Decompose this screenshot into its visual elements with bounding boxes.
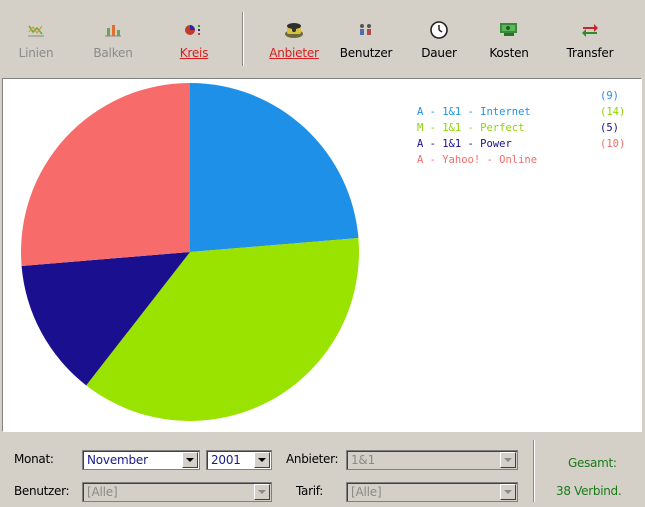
jahr-value: 2001	[211, 453, 241, 467]
clock-icon	[427, 20, 451, 40]
pie-slice	[190, 83, 359, 252]
legend-count: (9)	[600, 90, 619, 102]
dauer-button[interactable]: Dauer	[416, 0, 462, 72]
kreis-label: Kreis	[179, 46, 209, 60]
transfer-label: Transfer	[566, 46, 614, 60]
pie-chart-icon	[182, 20, 206, 40]
chart-legend: A - 1&1 - Internet (9) M - 1&1 - Perfect…	[379, 88, 625, 166]
anbieter-button[interactable]: Anbieter	[262, 0, 326, 72]
chevron-down-icon[interactable]	[254, 484, 270, 500]
tarif-select[interactable]: [Alle]	[346, 482, 518, 502]
transfer-button[interactable]: Transfer	[564, 0, 616, 72]
toolbar: Linien Balken Kreis Anbieter Benutzer Da…	[0, 0, 645, 74]
money-icon	[497, 20, 521, 40]
chart-panel: A - 1&1 - Internet (9) M - 1&1 - Perfect…	[2, 78, 642, 432]
kosten-button[interactable]: Kosten	[484, 0, 534, 72]
legend-item: M - 1&1 - Perfect (14)	[379, 104, 625, 134]
monat-label: Monat:	[14, 452, 54, 466]
anbieter-value: 1&1	[351, 453, 376, 467]
phone-icon	[282, 20, 306, 40]
benutzer-value: [Alle]	[87, 485, 118, 499]
legend-item: A - Yahoo! - Online (10)	[379, 136, 625, 166]
bar-chart-icon	[101, 20, 125, 40]
legend-count: (14)	[600, 106, 626, 118]
benutzer-label: Benutzer	[339, 46, 393, 60]
chevron-down-icon[interactable]	[500, 452, 516, 468]
benutzer-button[interactable]: Benutzer	[336, 0, 396, 72]
pie-chart	[20, 83, 360, 421]
anbieter-select[interactable]: 1&1	[346, 450, 518, 470]
tarif-value: [Alle]	[351, 485, 382, 499]
monat-value: November	[87, 453, 148, 467]
chevron-down-icon[interactable]	[182, 452, 198, 468]
summary-separator	[533, 440, 535, 502]
benutzer-filter-label: Benutzer:	[14, 484, 70, 498]
linien-button[interactable]: Linien	[14, 0, 58, 72]
benutzer-select[interactable]: [Alle]	[82, 482, 272, 502]
legend-item: A - 1&1 - Power (5)	[379, 120, 619, 150]
balken-button[interactable]: Balken	[90, 0, 136, 72]
total-connections: 38 Verbind.	[556, 484, 622, 498]
transfer-arrows-icon	[578, 20, 602, 40]
anbieter-filter-label: Anbieter:	[286, 452, 339, 466]
kosten-label: Kosten	[489, 46, 529, 60]
monat-select[interactable]: November	[82, 450, 200, 470]
line-chart-icon	[24, 20, 48, 40]
filter-bar: Monat: November 2001 Anbieter: 1&1 Benut…	[0, 434, 645, 507]
legend-count: (10)	[600, 138, 626, 150]
toolbar-separator	[242, 12, 244, 66]
gesamt-label: Gesamt:	[568, 456, 617, 470]
chevron-down-icon[interactable]	[254, 452, 270, 468]
legend-count: (5)	[600, 122, 619, 134]
kreis-button[interactable]: Kreis	[174, 0, 214, 72]
balken-label: Balken	[93, 46, 133, 60]
tarif-label: Tarif:	[296, 484, 324, 498]
legend-label: A - Yahoo! - Online	[416, 154, 538, 166]
linien-label: Linien	[18, 46, 54, 60]
legend-item: A - 1&1 - Internet (9)	[379, 88, 619, 118]
jahr-select[interactable]: 2001	[206, 450, 272, 470]
chevron-down-icon[interactable]	[500, 484, 516, 500]
anbieter-label: Anbieter	[269, 46, 319, 60]
users-icon	[354, 20, 378, 40]
pie-slice	[20, 83, 190, 266]
dauer-label: Dauer	[421, 46, 457, 60]
